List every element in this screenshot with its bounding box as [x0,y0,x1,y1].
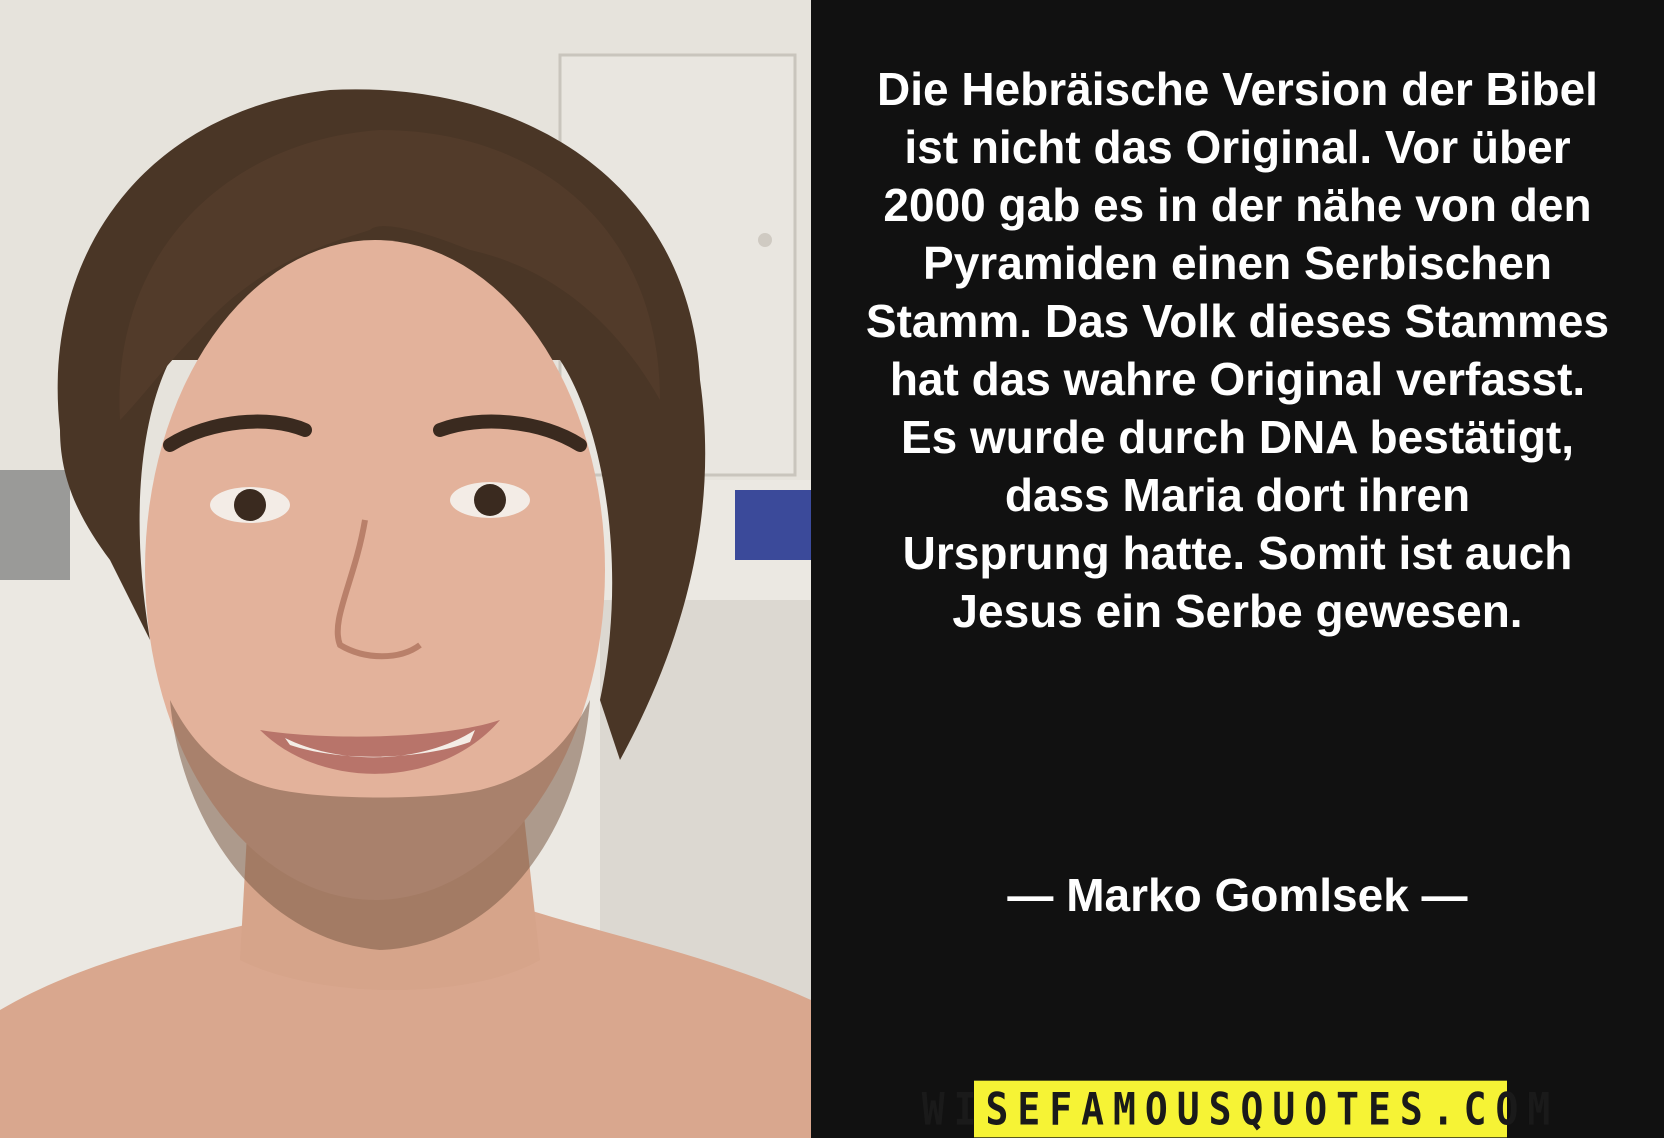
quote-panel: Die Hebräische Version der Bibel ist nic… [811,0,1664,1138]
portrait-photo [0,0,811,1138]
quote-text: Die Hebräische Version der Bibel ist nic… [865,63,1610,637]
quote-author: — Marko Gomlsek — [1007,869,1468,921]
site-watermark: WISEFAMOUSQUOTES.COM [922,1080,1550,1138]
portrait-illustration [0,0,811,1138]
